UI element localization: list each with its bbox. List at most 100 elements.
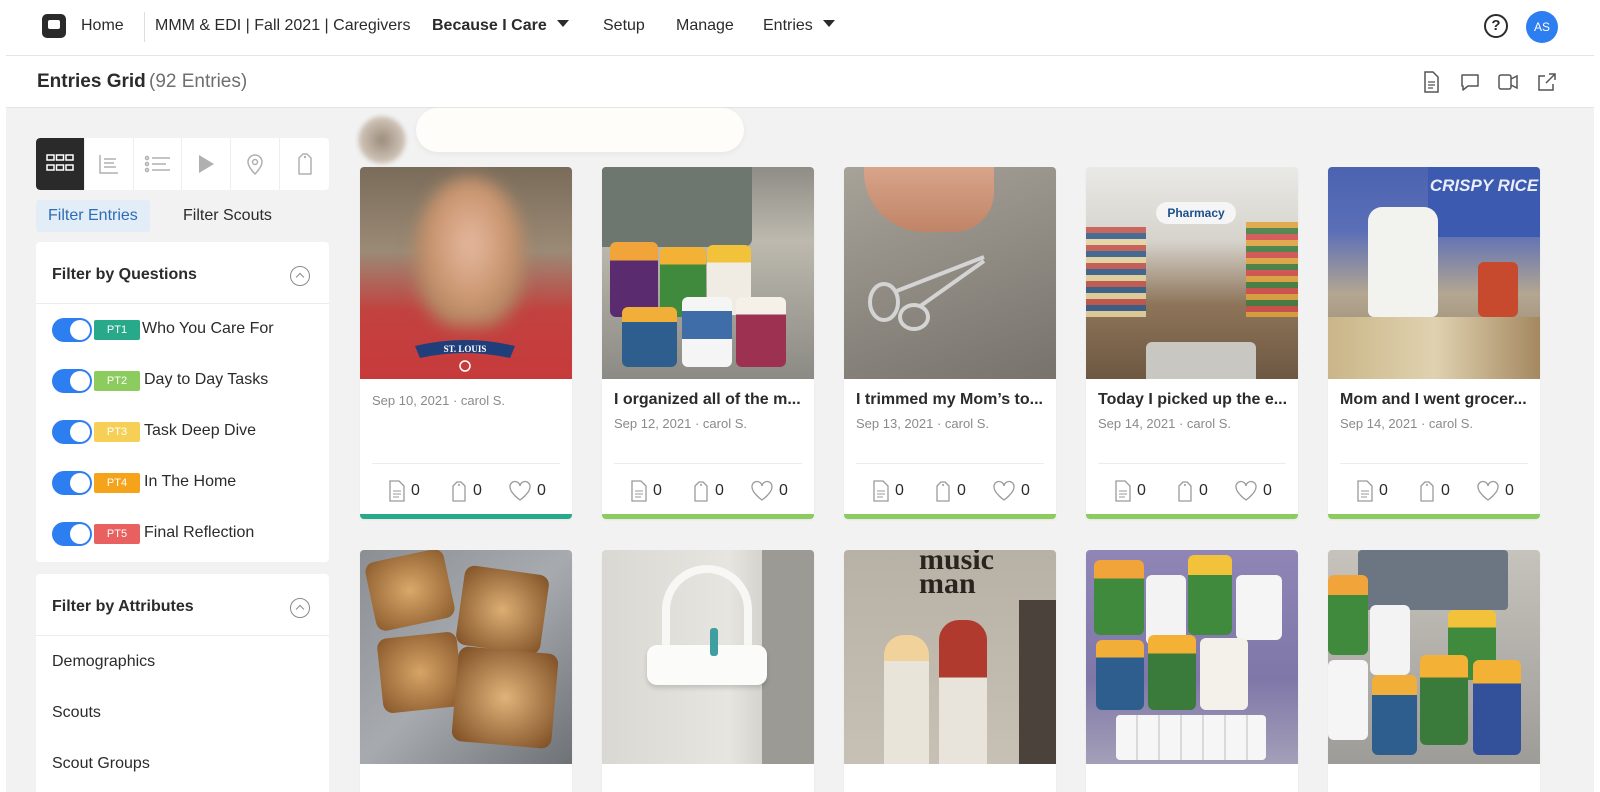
entry-title: I organized all of the m... bbox=[614, 391, 801, 408]
gallery-view-button[interactable] bbox=[85, 138, 134, 190]
tag-count: 0 bbox=[715, 482, 724, 499]
entry-card[interactable]: ST. LOUIS Sep 10, 2021 · carol S. 0 0 0 bbox=[360, 167, 572, 519]
question-toggle[interactable] bbox=[52, 522, 92, 546]
question-toggle[interactable] bbox=[52, 420, 92, 444]
user-avatar[interactable]: AS bbox=[1526, 11, 1558, 43]
gallery-icon bbox=[98, 155, 118, 174]
comment-doc-icon bbox=[389, 480, 405, 502]
location-pin-icon bbox=[247, 154, 263, 175]
tag-count: 0 bbox=[1199, 482, 1208, 499]
list-view-button[interactable] bbox=[134, 138, 183, 190]
question-toggle[interactable] bbox=[52, 369, 92, 393]
comment-count: 0 bbox=[1379, 482, 1388, 499]
question-badge: PT2 bbox=[94, 371, 140, 391]
grid-icon bbox=[46, 154, 74, 171]
entry-card[interactable]: I organized all of the m... Sep 12, 2021… bbox=[602, 167, 814, 519]
entry-title: I trimmed my Mom’s to... bbox=[856, 391, 1043, 408]
like-count: 0 bbox=[537, 482, 546, 499]
question-color-bar bbox=[1328, 514, 1540, 519]
collapse-icon[interactable] bbox=[290, 598, 310, 618]
tab-filter-scouts[interactable]: Filter Scouts bbox=[171, 200, 284, 232]
entry-photo bbox=[844, 167, 1056, 379]
svg-text:ST. LOUIS: ST. LOUIS bbox=[444, 344, 487, 354]
comment-icon[interactable] bbox=[1458, 70, 1482, 94]
attribute-scout-groups[interactable]: Scout Groups bbox=[36, 738, 329, 789]
entry-card[interactable]: CRISPY RICE Mom and I went grocer... Sep… bbox=[1328, 167, 1540, 519]
map-view-button[interactable] bbox=[231, 138, 281, 190]
attribute-demographics[interactable]: Demographics bbox=[36, 636, 329, 687]
nav-study-label: Because I Care bbox=[432, 17, 547, 34]
entry-stats: 0 0 0 bbox=[844, 480, 1056, 502]
nav-project[interactable]: MMM & EDI | Fall 2021 | Caregivers bbox=[155, 17, 411, 35]
entry-card[interactable] bbox=[1328, 550, 1540, 792]
play-icon bbox=[199, 155, 215, 173]
tab-filter-entries[interactable]: Filter Entries bbox=[36, 200, 150, 232]
heart-icon[interactable] bbox=[1476, 480, 1500, 502]
tag-icon bbox=[1178, 481, 1192, 502]
list-icon bbox=[144, 155, 170, 173]
question-row: PT4 In The Home bbox=[36, 457, 329, 508]
entry-title: Mom and I went grocer... bbox=[1340, 391, 1527, 408]
tag-icon bbox=[694, 481, 708, 502]
page-title: Entries Grid bbox=[37, 71, 146, 92]
entry-stats: 0 0 0 bbox=[360, 480, 572, 502]
comment-doc-icon bbox=[1115, 480, 1131, 502]
entry-card[interactable]: Pharmacy Today I picked up the e... Sep … bbox=[1086, 167, 1298, 519]
heart-icon[interactable] bbox=[1234, 480, 1258, 502]
attribute-scouts[interactable]: Scouts bbox=[36, 687, 329, 738]
view-mode-toolbar bbox=[36, 138, 329, 190]
entry-card[interactable] bbox=[602, 550, 814, 792]
media-icon[interactable] bbox=[1496, 70, 1520, 94]
chevron-down-icon bbox=[556, 20, 569, 27]
heart-icon[interactable] bbox=[992, 480, 1016, 502]
entry-photo bbox=[602, 550, 814, 764]
entry-card[interactable] bbox=[360, 550, 572, 792]
video-view-button[interactable] bbox=[182, 138, 232, 190]
nav-setup[interactable]: Setup bbox=[603, 17, 645, 35]
heart-icon[interactable] bbox=[750, 480, 774, 502]
tag-view-button[interactable] bbox=[280, 138, 329, 190]
collapse-icon[interactable] bbox=[290, 266, 310, 286]
question-toggle[interactable] bbox=[52, 471, 92, 495]
share-icon[interactable] bbox=[1535, 70, 1559, 94]
entry-photo: ST. LOUIS bbox=[360, 167, 572, 379]
divider bbox=[1340, 463, 1528, 464]
entry-stats: 0 0 0 bbox=[1328, 480, 1540, 502]
blurred-search-bar[interactable] bbox=[416, 108, 744, 152]
help-icon[interactable]: ? bbox=[1484, 14, 1508, 38]
like-count: 0 bbox=[1263, 482, 1272, 499]
entry-stats: 0 0 0 bbox=[602, 480, 814, 502]
entry-card[interactable] bbox=[1086, 550, 1298, 792]
app-logo-icon[interactable] bbox=[42, 14, 66, 38]
poster-title: music man bbox=[919, 550, 994, 600]
like-count: 0 bbox=[1021, 482, 1030, 499]
question-badge: PT3 bbox=[94, 422, 140, 442]
question-label: In The Home bbox=[144, 473, 237, 490]
chevron-down-icon bbox=[822, 20, 835, 27]
filter-questions-header[interactable]: Filter by Questions bbox=[36, 242, 329, 304]
filter-attributes-header[interactable]: Filter by Attributes bbox=[36, 574, 329, 636]
filter-attributes-title: Filter by Attributes bbox=[52, 598, 194, 615]
question-label: Day to Day Tasks bbox=[144, 371, 269, 388]
entry-photo bbox=[360, 550, 572, 764]
entry-photo: Pharmacy bbox=[1086, 167, 1298, 379]
tag-count: 0 bbox=[957, 482, 966, 499]
entry-card[interactable]: I trimmed my Mom’s to... Sep 13, 2021 · … bbox=[844, 167, 1056, 519]
heart-icon[interactable] bbox=[508, 480, 532, 502]
nav-home[interactable]: Home bbox=[81, 17, 124, 35]
document-icon[interactable] bbox=[1419, 70, 1443, 94]
nav-study-dropdown[interactable]: Because I Care bbox=[432, 17, 569, 35]
shirt-logo: ST. LOUIS bbox=[415, 340, 515, 372]
tag-icon bbox=[1420, 481, 1434, 502]
comment-count: 0 bbox=[653, 482, 662, 499]
filter-questions-title: Filter by Questions bbox=[52, 266, 197, 283]
grid-view-button[interactable] bbox=[36, 138, 85, 190]
question-toggle[interactable] bbox=[52, 318, 92, 342]
pharmacy-sign: Pharmacy bbox=[1156, 202, 1236, 224]
divider bbox=[1098, 463, 1286, 464]
nav-manage[interactable]: Manage bbox=[676, 17, 734, 35]
entry-card[interactable]: music man bbox=[844, 550, 1056, 792]
nav-divider bbox=[144, 12, 145, 42]
top-nav: Home MMM & EDI | Fall 2021 | Caregivers … bbox=[6, 0, 1594, 56]
nav-entries-dropdown[interactable]: Entries bbox=[763, 17, 835, 35]
